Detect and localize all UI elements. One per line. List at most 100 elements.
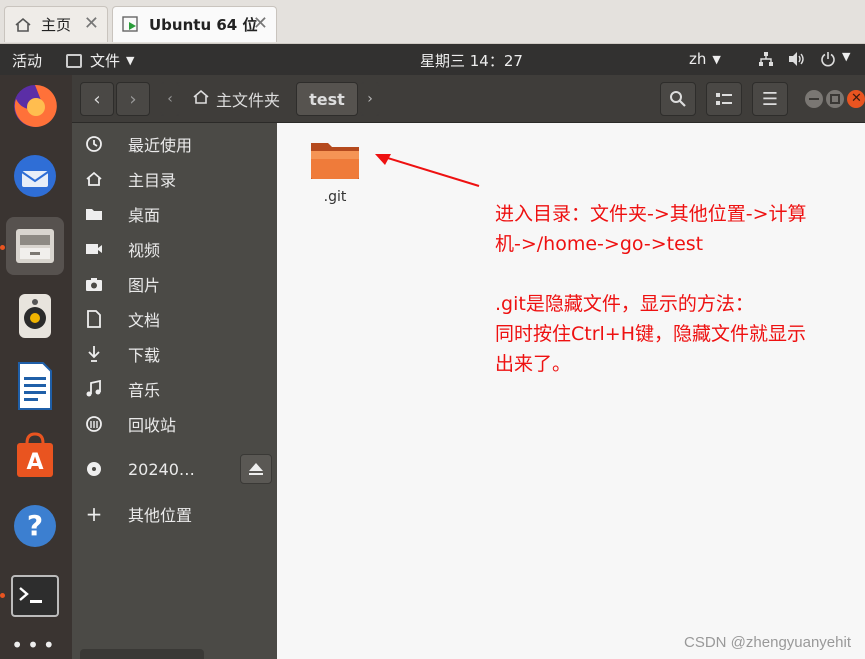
- power-icon[interactable]: [820, 51, 836, 67]
- sidebar-item-home[interactable]: 主目录: [72, 163, 277, 195]
- places-sidebar: 最近使用 主目录 桌面 视频 图片 文档 下载 音乐 回收站 20240… +: [72, 123, 277, 659]
- menu-button[interactable]: ☰: [752, 82, 788, 116]
- folder-item[interactable]: .git: [307, 137, 363, 205]
- sidebar-item-label: 音乐: [128, 381, 161, 400]
- breadcrumb-home[interactable]: 主文件夹: [192, 82, 280, 116]
- software-launcher[interactable]: A: [6, 427, 64, 485]
- sidebar-item-recent[interactable]: 最近使用: [72, 128, 277, 160]
- chevron-down-icon: ▼: [126, 54, 135, 67]
- search-icon: [670, 91, 686, 107]
- sidebar-item-label: 图片: [128, 276, 161, 295]
- clock-icon: [72, 135, 116, 153]
- svg-text:A: A: [26, 450, 43, 475]
- home-icon: [72, 171, 116, 187]
- app-menu[interactable]: 文件 ▼: [66, 50, 134, 71]
- vm-icon: [121, 15, 141, 35]
- view-options-button[interactable]: [706, 82, 742, 116]
- video-icon: [72, 242, 116, 256]
- breadcrumb-home-label: 主文件夹: [216, 91, 281, 110]
- maximize-icon: [830, 94, 840, 104]
- clock[interactable]: 星期三 14：27: [420, 50, 523, 71]
- minimize-icon: [809, 98, 819, 100]
- camera-icon: [72, 276, 116, 292]
- trash-icon: [72, 415, 116, 433]
- svg-text:?: ?: [27, 509, 43, 542]
- eject-icon: [249, 463, 263, 475]
- help-launcher[interactable]: ?: [6, 497, 64, 555]
- folder-name: .git: [323, 189, 347, 205]
- thunderbird-icon: [14, 155, 56, 197]
- sidebar-item-desktop[interactable]: 桌面: [72, 198, 277, 230]
- home-icon: [13, 15, 33, 35]
- sidebar-item-label: 主目录: [128, 171, 177, 190]
- close-icon[interactable]: ✕: [253, 13, 268, 34]
- firefox-launcher[interactable]: [6, 77, 64, 135]
- sidebar-item-pictures[interactable]: 图片: [72, 268, 277, 300]
- disc-icon: [72, 460, 116, 478]
- annotation-arrow: [375, 154, 480, 187]
- sidebar-item-label: 最近使用: [128, 136, 193, 155]
- tab-ubuntu[interactable]: Ubuntu 64 位 ✕: [112, 6, 277, 42]
- rhythmbox-launcher[interactable]: [6, 287, 64, 345]
- folder-icon: [311, 143, 359, 179]
- sidebar-item-label: 下载: [128, 346, 161, 365]
- app-menu-label: 文件: [90, 52, 121, 70]
- search-button[interactable]: [660, 82, 696, 116]
- chevron-right-icon: ›: [129, 88, 137, 110]
- files-app-icon: [66, 53, 82, 68]
- sidebar-item-music[interactable]: 音乐: [72, 373, 277, 405]
- annotation-line: 出来了。: [495, 353, 572, 375]
- sidebar-item-label: 回收站: [128, 416, 177, 435]
- chevron-down-icon[interactable]: ▼: [842, 50, 850, 63]
- sidebar-item-label: 视频: [128, 241, 161, 260]
- sidebar-item-downloads[interactable]: 下载: [72, 338, 277, 370]
- writer-launcher[interactable]: [6, 357, 64, 415]
- document-writer-icon: [18, 362, 52, 410]
- tab-label: 主页: [41, 16, 72, 34]
- language-indicator[interactable]: zh ▼: [689, 50, 721, 68]
- music-icon: [72, 380, 116, 398]
- speaker-icon: [19, 294, 51, 338]
- tab-home[interactable]: 主页 ✕: [4, 6, 108, 42]
- file-view: .git 进入目录：文件夹->其他位置->计算 机->/home->go->te…: [277, 123, 865, 659]
- watermark: CSDN @zhengyuanyehit: [684, 634, 851, 651]
- help-icon: ?: [14, 505, 56, 547]
- chevron-left-icon: ‹: [93, 88, 101, 110]
- firefox-icon: [14, 84, 57, 127]
- annotation-line: .git是隐藏文件，显示的方法：: [495, 293, 754, 315]
- breadcrumb-scroll-right[interactable]: ›: [360, 82, 380, 116]
- show-apps-button[interactable]: •••: [6, 630, 64, 659]
- files-launcher[interactable]: [6, 217, 64, 275]
- hamburger-icon: ☰: [761, 88, 779, 110]
- sidebar-scrollbar[interactable]: [80, 649, 204, 659]
- maximize-button[interactable]: [826, 90, 844, 108]
- network-icon[interactable]: [758, 51, 774, 67]
- chevron-right-icon: ›: [367, 91, 373, 107]
- shopping-bag-icon: A: [17, 432, 53, 477]
- back-button[interactable]: ‹: [80, 82, 114, 116]
- download-icon: [72, 345, 116, 363]
- terminal-launcher[interactable]: [6, 567, 64, 625]
- forward-button[interactable]: ›: [116, 82, 150, 116]
- sidebar-item-trash[interactable]: 回收站: [72, 408, 277, 440]
- tab-label: Ubuntu 64 位: [149, 16, 258, 34]
- file-manager-header: ‹ › ‹ 主文件夹 test › ☰ ✕: [72, 75, 865, 123]
- plus-icon: +: [85, 502, 103, 526]
- tab-strip: 主页 ✕ Ubuntu 64 位 ✕: [0, 0, 865, 44]
- sidebar-item-label: 20240…: [128, 459, 195, 479]
- close-window-button[interactable]: ✕: [847, 90, 865, 108]
- minimize-button[interactable]: [805, 90, 823, 108]
- sidebar-item-videos[interactable]: 视频: [72, 233, 277, 265]
- language-label: zh: [689, 50, 707, 68]
- breadcrumb-scroll-left[interactable]: ‹: [160, 82, 180, 116]
- eject-button[interactable]: [240, 454, 272, 484]
- sidebar-item-other-locations[interactable]: + 其他位置: [72, 498, 277, 530]
- close-icon: ✕: [851, 91, 862, 106]
- breadcrumb-current[interactable]: test: [296, 82, 358, 116]
- volume-icon[interactable]: [788, 51, 806, 67]
- thunderbird-launcher[interactable]: [6, 147, 64, 205]
- activities-button[interactable]: 活动: [12, 50, 42, 71]
- close-icon[interactable]: ✕: [84, 13, 99, 34]
- sidebar-item-documents[interactable]: 文档: [72, 303, 277, 335]
- running-indicator: [0, 593, 5, 598]
